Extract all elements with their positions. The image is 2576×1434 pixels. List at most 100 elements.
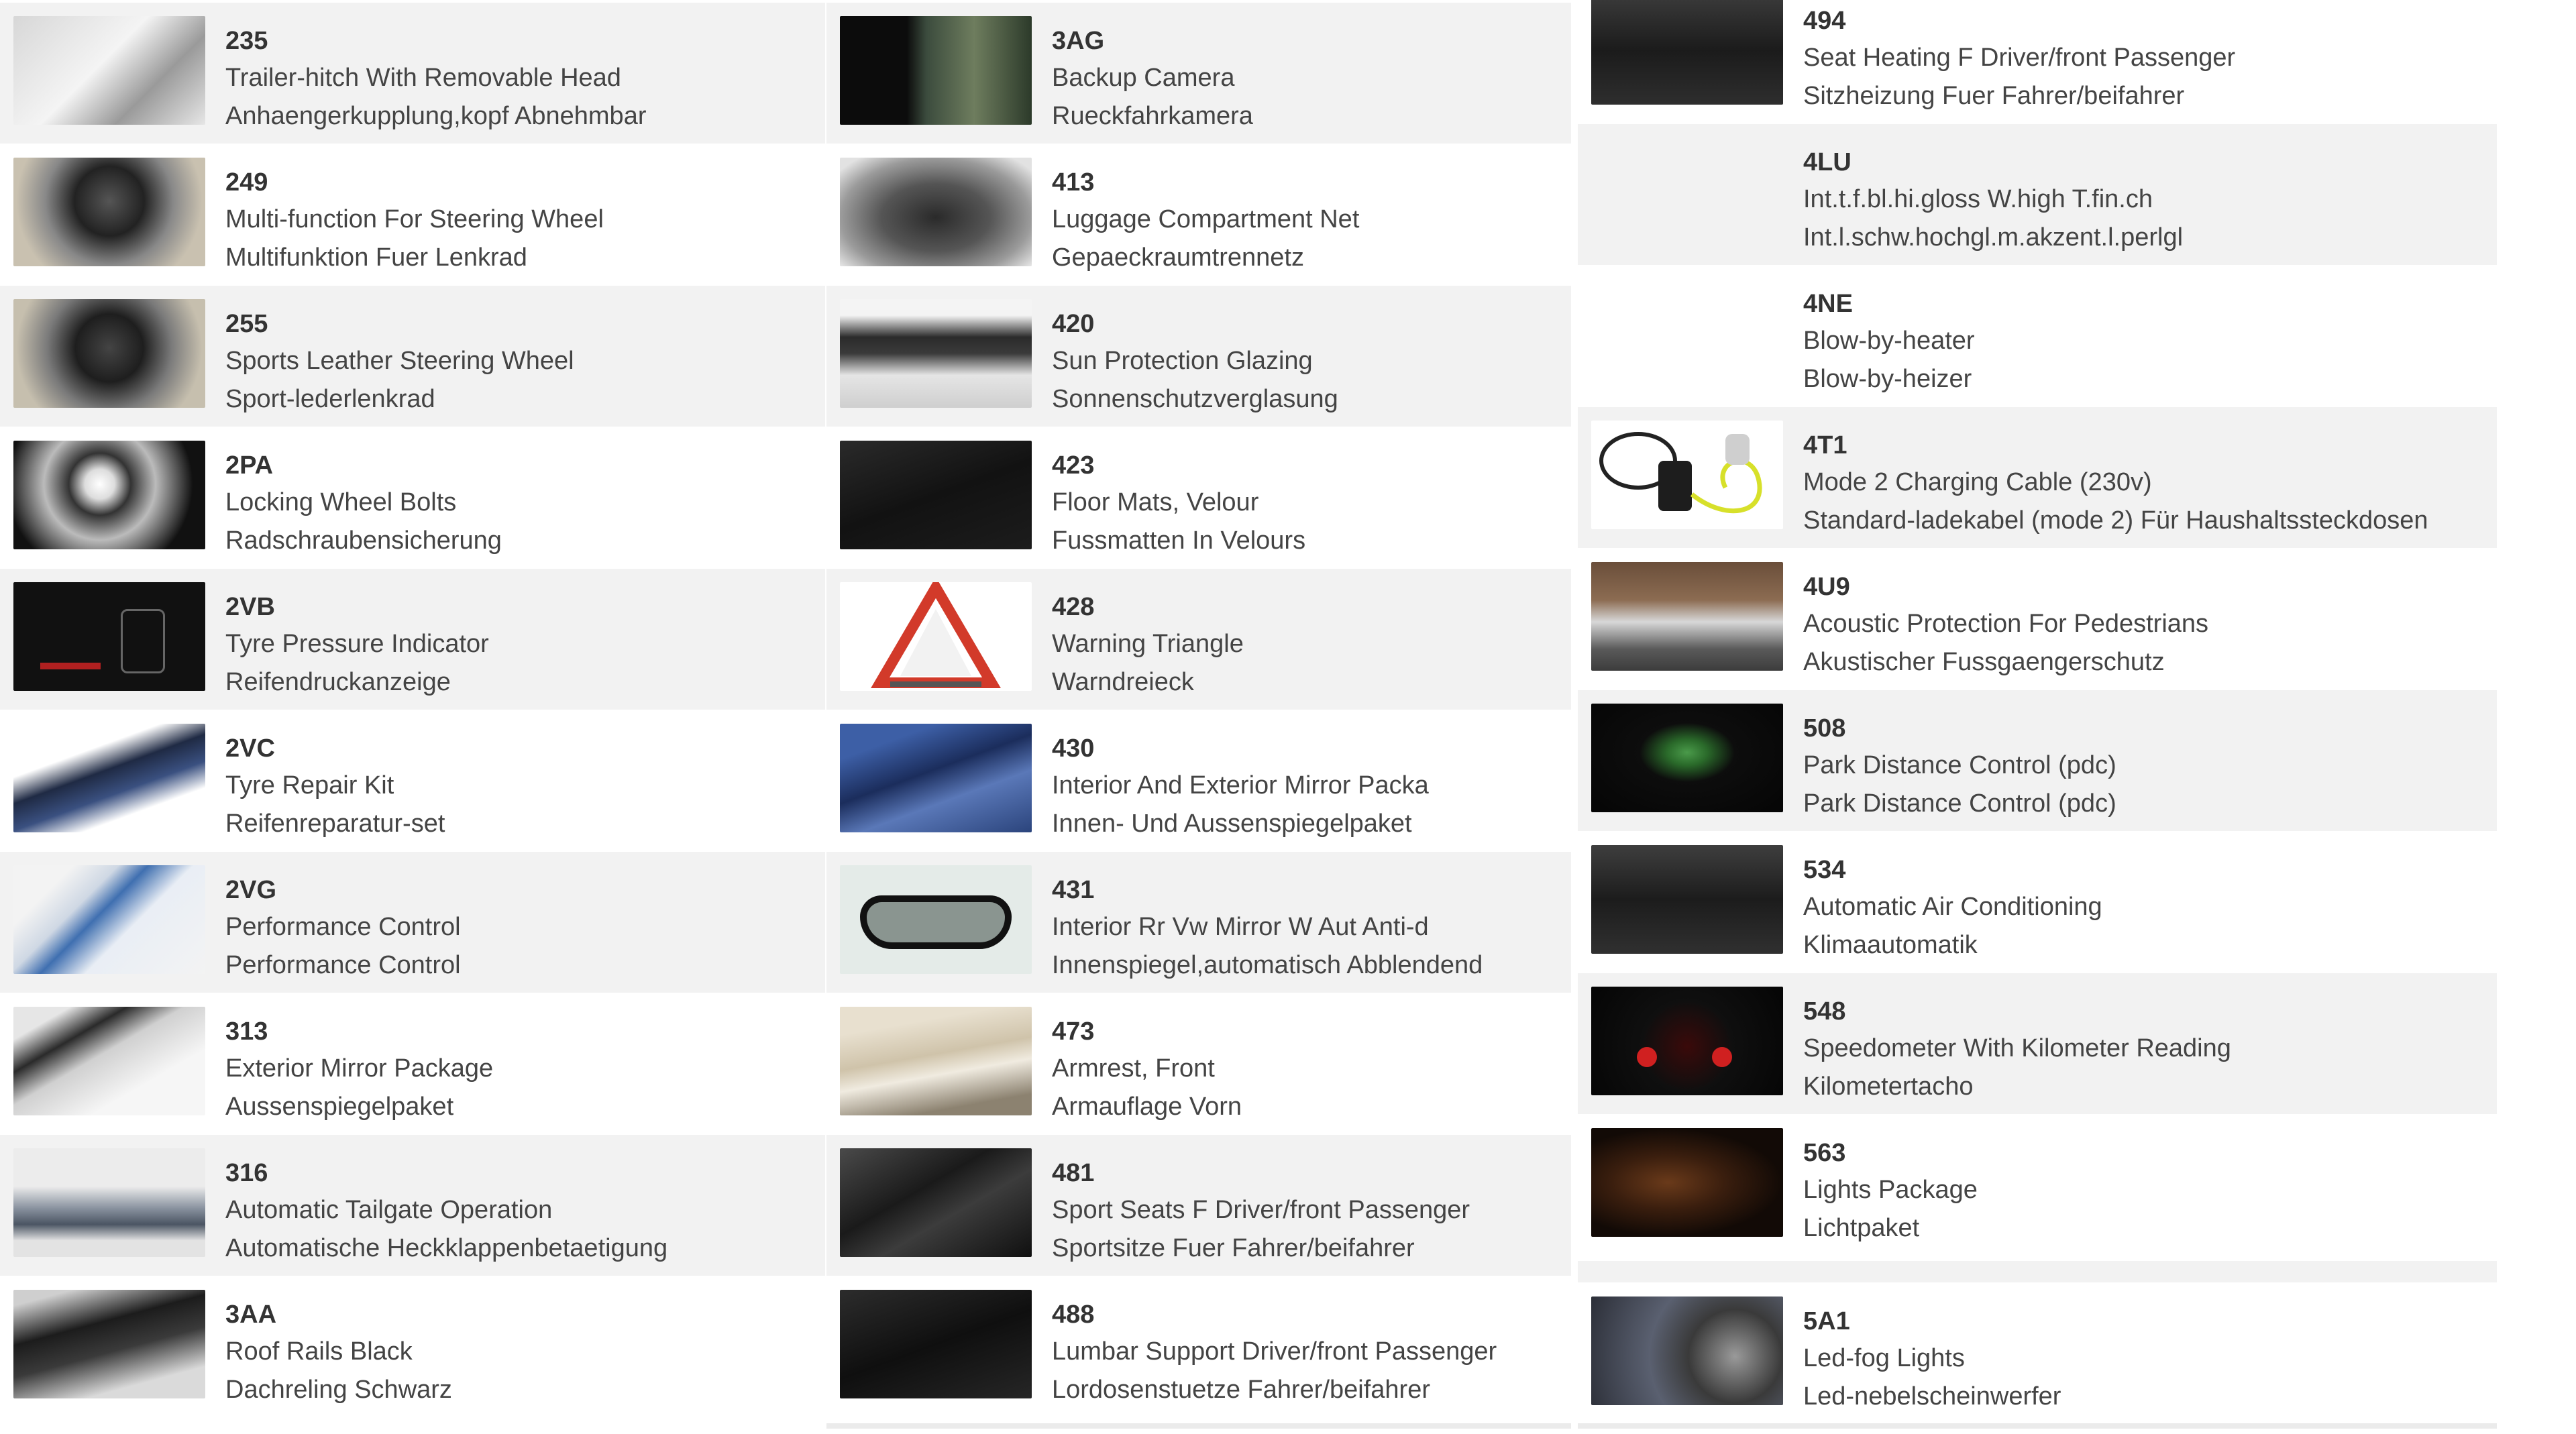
option-name-de: Blow-by-heizer <box>1803 365 1972 393</box>
option-item: 2VG Performance Control Performance Contro… <box>0 852 825 993</box>
option-name-en: Luggage Compartment Net <box>1052 205 1360 233</box>
sport-steering-wheel-photo <box>13 299 205 408</box>
option-name-en: Warning Triangle <box>1052 630 1244 658</box>
option-item: 473 Armrest, Front Armauflage Vorn <box>826 993 1571 1134</box>
tailgate-photo <box>13 1148 205 1257</box>
option-item: 534 Automatic Air Conditioning Klimaautoma… <box>1578 832 2497 973</box>
option-code: 431 <box>1052 876 1095 904</box>
mirror-package-photo <box>840 724 1032 832</box>
option-item: 255 Sports Leather Steering Wheel Sport-le… <box>0 286 825 427</box>
wheel-bolts-photo <box>13 441 205 549</box>
option-code: 428 <box>1052 593 1095 621</box>
option-code: 508 <box>1803 714 1846 742</box>
sun-protection-glazing-photo <box>840 299 1032 408</box>
option-code: 4LU <box>1803 148 1851 176</box>
option-code: 473 <box>1052 1017 1095 1046</box>
rear-view-mirror-photo <box>840 865 1032 974</box>
option-item: 316 Automatic Tailgate Operation Automatis… <box>0 1135 825 1276</box>
option-name-de: Kilometertacho <box>1803 1072 1974 1101</box>
option-item: 488 Lumbar Support Driver/front Passenger… <box>826 1276 1571 1417</box>
option-code: 548 <box>1803 997 1846 1026</box>
option-name-de: Lichtpaket <box>1803 1214 1920 1242</box>
option-name-en: Blow-by-heater <box>1803 327 1975 355</box>
option-item: 313 Exterior Mirror Package Aussenspiegelp… <box>0 993 825 1134</box>
armrest-photo <box>840 1007 1032 1115</box>
option-name-en: Sports Leather Steering Wheel <box>225 347 574 375</box>
option-name-de: Led-nebelscheinwerfer <box>1803 1382 2061 1411</box>
option-item: 423 Floor Mats, Velour Fussmatten In Velou… <box>826 427 1571 568</box>
performance-control-photo <box>13 865 205 974</box>
option-code: 2VB <box>225 593 275 621</box>
bottom-divider <box>1578 1423 2497 1429</box>
option-code: 249 <box>225 168 268 197</box>
option-item: 548 Speedometer With Kilometer Reading Kil… <box>1578 973 2497 1114</box>
option-code: 4U9 <box>1803 573 1850 601</box>
option-code: 563 <box>1803 1139 1846 1167</box>
option-code: 4NE <box>1803 290 1853 318</box>
option-name-en: Sun Protection Glazing <box>1052 347 1313 375</box>
fog-lights-photo <box>1591 1297 1783 1405</box>
option-name-de: Sitzheizung Fuer Fahrer/beifahrer <box>1803 82 2185 110</box>
option-name-en: Backup Camera <box>1052 64 1235 92</box>
option-code: 2VC <box>225 734 275 763</box>
bottom-divider <box>826 1423 1571 1429</box>
warning-triangle-photo <box>840 582 1032 691</box>
option-item: 3AA Roof Rails Black Dachreling Schwarz <box>0 1276 825 1417</box>
warning-triangle-icon <box>871 582 1001 688</box>
option-name-en: Speedometer With Kilometer Reading <box>1803 1034 2231 1062</box>
pedestrian-protection-photo <box>1591 562 1783 671</box>
lumbar-support-photo <box>840 1290 1032 1398</box>
charging-cable-photo <box>1591 421 1783 529</box>
option-name-en: Multi-function For Steering Wheel <box>225 205 604 233</box>
option-name-en: Park Distance Control (pdc) <box>1803 751 2116 779</box>
option-code: 430 <box>1052 734 1095 763</box>
option-item: 4NE Blow-by-heater Blow-by-heizer <box>1578 266 2497 406</box>
option-code: 423 <box>1052 451 1095 480</box>
option-code: 481 <box>1052 1159 1095 1187</box>
option-name-en: Sport Seats F Driver/front Passenger <box>1052 1196 1470 1224</box>
speedometer-photo <box>1591 987 1783 1095</box>
option-name-en: Led-fog Lights <box>1803 1344 1965 1372</box>
option-item: 481 Sport Seats F Driver/front Passenger S… <box>826 1135 1571 1276</box>
option-name-de: Gepaeckraumtrennetz <box>1052 243 1304 272</box>
option-name-en: Floor Mats, Velour <box>1052 488 1259 516</box>
option-name-de: Automatische Heckklappenbetaetigung <box>225 1234 668 1262</box>
option-code: 255 <box>225 310 268 338</box>
option-name-en: Automatic Air Conditioning <box>1803 893 2102 921</box>
option-name-de: Rueckfahrkamera <box>1052 102 1253 130</box>
option-name-en: Locking Wheel Bolts <box>225 488 457 516</box>
option-item: 249 Multi-function For Steering Wheel Mult… <box>0 144 825 285</box>
option-name-en: Interior And Exterior Mirror Packa <box>1052 771 1429 799</box>
roof-rails-photo <box>13 1290 205 1398</box>
option-name-en: Tyre Repair Kit <box>225 771 394 799</box>
option-name-de: Dachreling Schwarz <box>225 1376 452 1404</box>
option-name-de: Innenspiegel,automatisch Abblendend <box>1052 951 1483 979</box>
option-code: 2PA <box>225 451 274 480</box>
option-item: 4T1 Mode 2 Charging Cable (230v) Standard-… <box>1578 407 2497 548</box>
section-divider <box>1578 1261 2497 1282</box>
option-item: 3AG Backup Camera Rueckfahrkamera <box>826 3 1571 144</box>
lights-package-photo <box>1591 1128 1783 1237</box>
option-item: 494 Seat Heating F Driver/front Passenger… <box>1578 0 2497 123</box>
option-item: 2VC Tyre Repair Kit Reifenreparatur-set <box>0 710 825 851</box>
floor-mats-photo <box>840 441 1032 549</box>
tyre-repair-kit-photo <box>13 724 205 832</box>
option-name-de: Reifenreparatur-set <box>225 810 445 838</box>
option-code: 413 <box>1052 168 1095 197</box>
option-item: 563 Lights Package Lichtpaket <box>1578 1115 2497 1256</box>
option-name-en: Lumbar Support Driver/front Passenger <box>1052 1337 1497 1366</box>
option-code: 534 <box>1803 856 1846 884</box>
option-name-en: Lights Package <box>1803 1176 1978 1204</box>
option-name-de: Standard-ladekabel (mode 2) Für Haushalt… <box>1803 506 2428 535</box>
option-code: 4T1 <box>1803 431 1847 459</box>
option-item: 428 Warning Triangle Warndreieck <box>826 569 1571 710</box>
air-conditioning-panel-photo <box>1591 845 1783 954</box>
option-name-en: Mode 2 Charging Cable (230v) <box>1803 468 2152 496</box>
option-name-en: Acoustic Protection For Pedestrians <box>1803 610 2209 638</box>
option-item: 2PA Locking Wheel Bolts Radschraubensicher… <box>0 427 825 568</box>
option-name-en: Performance Control <box>225 913 461 941</box>
option-name-en: Armrest, Front <box>1052 1054 1215 1083</box>
option-name-de: Warndreieck <box>1052 668 1194 696</box>
option-name-en: Trailer-hitch With Removable Head <box>225 64 621 92</box>
seat-heating-panel-photo <box>1591 0 1783 105</box>
